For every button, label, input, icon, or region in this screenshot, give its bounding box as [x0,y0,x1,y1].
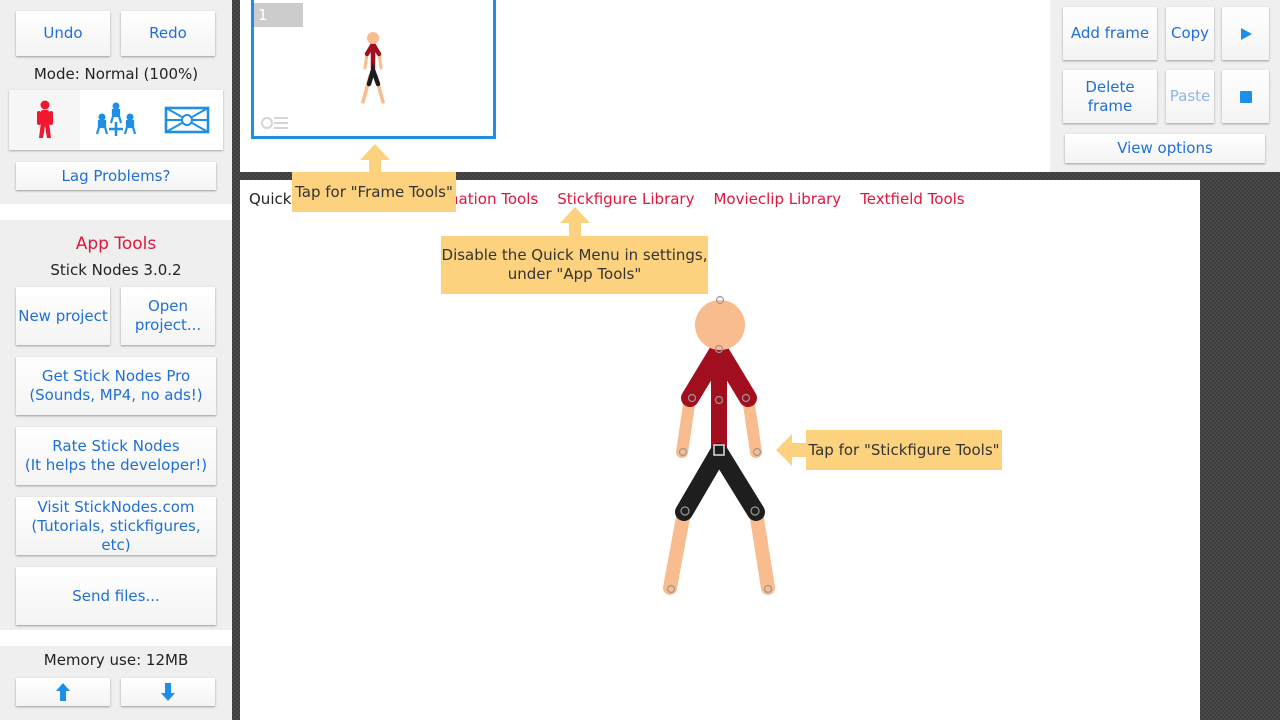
app-tools-title: App Tools [75,234,157,254]
camera-mode-button[interactable] [152,90,223,150]
rate-button[interactable]: Rate Stick Nodes (It helps the developer… [16,427,216,485]
frame-number-badge: 1 [254,3,303,27]
redo-button[interactable]: Redo [121,11,215,56]
group-move-icon [95,102,136,136]
send-files-button[interactable]: Send files... [16,567,216,625]
quick-menu-tip-line-1: Disable the Quick Menu in settings, [441,246,708,264]
scroll-up-button[interactable] [16,678,110,706]
frame-tools-tip-arrow [360,144,390,174]
new-project-button[interactable]: New project [16,287,110,345]
stage-icon [165,106,210,134]
stickfigure-tools-tip-arrow [776,434,808,466]
visit-website-button[interactable]: Visit StickNodes.com (Tutorials, stickfi… [16,497,216,555]
rate-label-2: (It helps the developer!) [24,456,208,474]
visit-label-2: (Tutorials, stickfigures, etc) [31,516,201,554]
left-shin[interactable] [663,505,691,595]
visit-label-1: Visit StickNodes.com [37,497,195,516]
open-project-label-2: project... [134,316,202,334]
get-pro-label-2: (Sounds, MP4, no ads!) [29,386,203,404]
arrow-down-icon [161,683,175,701]
quick-menu-tip-arrow [560,207,590,237]
quick-menu-stickfigure-library[interactable]: Stickfigure Library [557,190,694,208]
rate-label-1: Rate Stick Nodes [52,437,180,455]
get-pro-button[interactable]: Get Stick Nodes Pro (Sounds, MP4, no ads… [16,357,216,415]
memory-label: Memory use: 12MB [43,651,189,669]
view-options-button[interactable]: View options [1065,134,1265,163]
copy-frame-button[interactable]: Copy [1166,7,1214,60]
frame-tools-tip: Tap for "Frame Tools" [292,172,456,212]
mode-selector [9,90,223,150]
quick-menu-textfield-tools[interactable]: Textfield Tools [860,190,964,208]
thighs[interactable] [675,443,765,521]
sidebar-divider-2 [0,630,232,646]
right-shin[interactable] [749,505,775,595]
get-pro-label-1: Get Stick Nodes Pro [41,367,191,385]
lag-problems-button[interactable]: Lag Problems? [16,162,216,190]
stop-icon [1239,90,1252,103]
arrow-up-icon [56,683,70,701]
undo-button[interactable]: Undo [16,11,110,56]
stickfigure-icon [36,100,53,138]
sidebar-divider [0,204,232,220]
add-frame-button[interactable]: Add frame [1063,7,1157,60]
head[interactable] [695,300,745,350]
mode-label: Mode: Normal (100%) [33,65,199,83]
single-stickfigure-mode-button[interactable] [9,90,81,150]
play-icon [1240,27,1252,40]
open-project-button[interactable]: Open project... [121,287,215,345]
quick-menu-tip: Disable the Quick Menu in settings, unde… [441,236,708,294]
quick-menu-label: Quick [249,190,292,208]
quick-menu-tip-line-2: under "App Tools" [507,265,642,283]
multi-select-mode-button[interactable] [80,90,151,150]
version-label: Stick Nodes 3.0.2 [50,261,182,279]
stickfigure-tools-tip: Tap for "Stickfigure Tools" [806,430,1002,470]
scroll-down-button[interactable] [121,678,215,706]
paste-frame-button[interactable]: Paste [1166,70,1214,123]
frame-options-icon[interactable] [260,114,290,132]
open-project-label-1: Open [147,297,189,315]
play-button[interactable] [1222,7,1269,60]
stop-button[interactable] [1222,70,1269,123]
delete-frame-button[interactable]: Delete frame [1063,70,1157,123]
quick-menu-movieclip-library[interactable]: Movieclip Library [713,190,841,208]
